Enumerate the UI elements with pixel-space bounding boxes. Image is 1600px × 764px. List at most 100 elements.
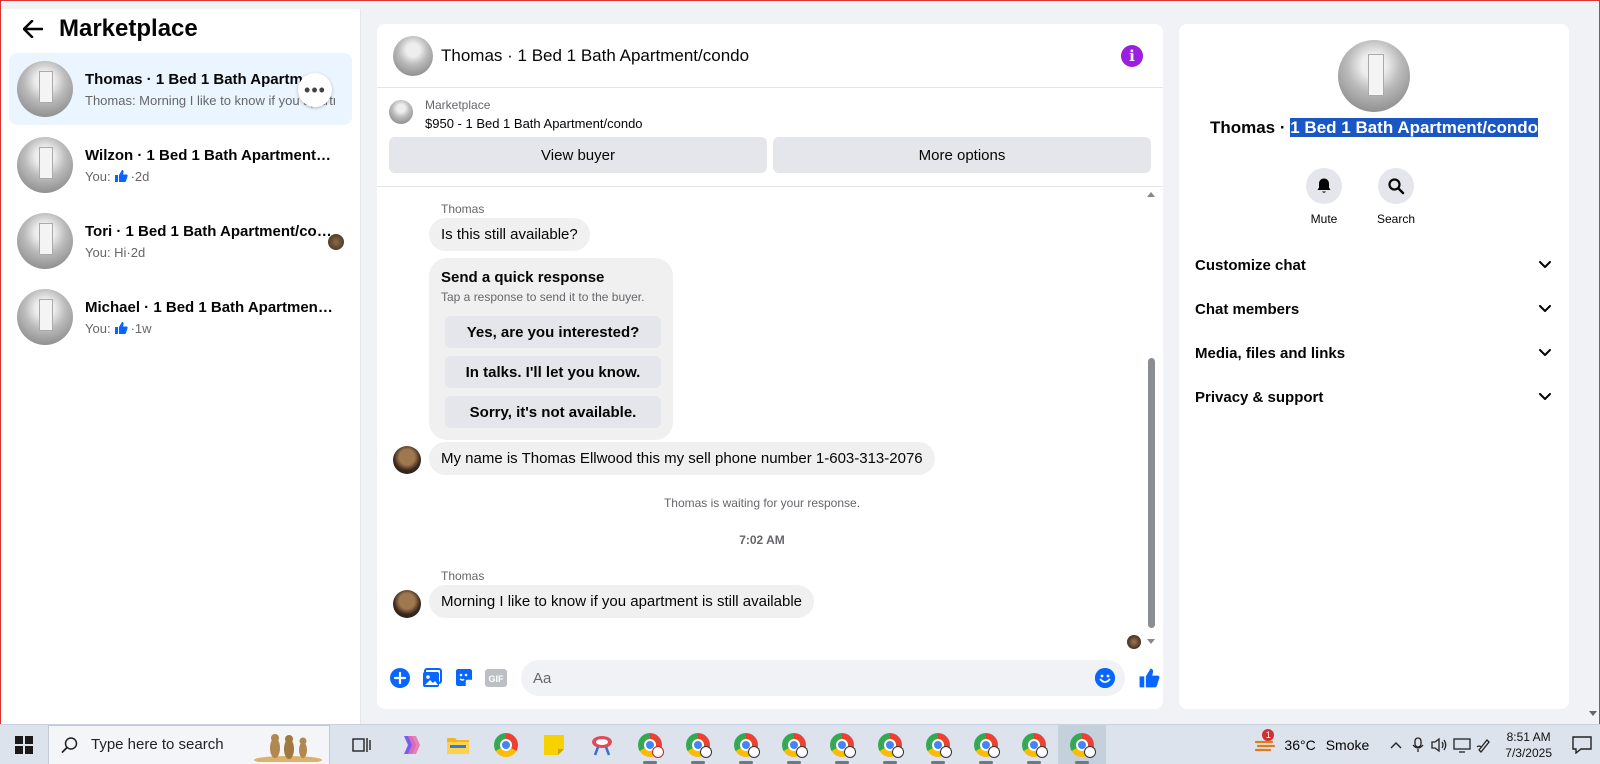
section-label: Privacy & support: [1195, 388, 1324, 406]
mute-label: Mute: [1310, 212, 1338, 226]
conversation-name: Wilzon · 1 Bed 1 Bath Apartment/condo: [85, 146, 335, 164]
chrome-profile-10-icon[interactable]: [1058, 724, 1106, 764]
chrome-profile-3-icon[interactable]: [722, 725, 770, 764]
network-icon[interactable]: [1452, 725, 1472, 764]
more-options-icon[interactable]: •••: [298, 73, 332, 107]
section-privacy-support[interactable]: Privacy & support: [1195, 375, 1553, 419]
chat-title[interactable]: Thomas · 1 Bed 1 Bath Apartment/condo: [441, 46, 749, 66]
message-input[interactable]: [533, 669, 1095, 687]
task-view-icon[interactable]: [338, 725, 386, 764]
start-button[interactable]: [0, 725, 48, 764]
conversation-item-thomas[interactable]: Thomas · 1 Bed 1 Bath Apartment/condo Th…: [9, 53, 352, 125]
conversation-name: Michael · 1 Bed 1 Bath Apartment/condo: [85, 298, 335, 316]
message-composer: GIF: [377, 648, 1163, 708]
system-tray: 1 36°C Smoke 8:51 AM 7/3/2025: [1254, 725, 1600, 764]
weather-temp: 36°C: [1284, 737, 1316, 753]
svg-text:GIF: GIF: [489, 674, 505, 684]
gif-icon[interactable]: GIF: [481, 663, 511, 693]
listing-avatar: [17, 61, 73, 117]
page-scroll-down-icon[interactable]: [1589, 711, 1597, 716]
meet-now-icon[interactable]: [1408, 725, 1428, 764]
back-arrow-icon[interactable]: [21, 17, 45, 41]
details-name-prefix: Thomas ·: [1209, 118, 1291, 137]
snipping-tool-icon[interactable]: [578, 725, 626, 764]
chrome-profile-8-icon[interactable]: [962, 725, 1010, 764]
mute-button[interactable]: Mute: [1305, 168, 1343, 226]
details-sections: Customize chat Chat members Media, files…: [1195, 243, 1553, 419]
read-receipt-avatar: [1127, 635, 1141, 649]
selected-text: 1 Bed 1 Bath Apartment/condo: [1290, 118, 1539, 137]
sticker-icon[interactable]: [449, 663, 479, 693]
preview-time: 1w: [134, 320, 152, 336]
details-avatar[interactable]: [1338, 40, 1410, 112]
scroll-up-icon[interactable]: [1147, 192, 1155, 197]
sticky-notes-icon[interactable]: [530, 725, 578, 764]
preview-text: You: Hi: [85, 244, 127, 260]
listing-thumbnail: [389, 100, 413, 124]
section-customize-chat[interactable]: Customize chat: [1195, 243, 1553, 287]
file-explorer-icon[interactable]: [434, 725, 482, 764]
conversation-name: Tori · 1 Bed 1 Bath Apartment/condo: [85, 222, 335, 240]
chat-avatar[interactable]: [393, 35, 433, 76]
scroll-thumb[interactable]: [1148, 358, 1155, 628]
quick-reply-yes-button[interactable]: Yes, are you interested?: [445, 316, 661, 348]
search-button[interactable]: Search: [1377, 168, 1415, 226]
plus-icon[interactable]: [385, 663, 415, 693]
chevron-down-icon: [1537, 257, 1553, 273]
section-label: Chat members: [1195, 300, 1300, 318]
view-buyer-button[interactable]: View buyer: [389, 137, 767, 173]
emoji-icon[interactable]: [1095, 668, 1115, 688]
preview-text: Thomas: Morning I like to know if you ap…: [85, 92, 335, 108]
section-media-files-links[interactable]: Media, files and links: [1195, 331, 1553, 375]
message-bubble: My name is Thomas Ellwood this my sell p…: [429, 442, 935, 475]
browser-page: Marketplace Thomas · 1 Bed 1 Bath Apartm…: [0, 0, 1600, 725]
thread-scrollbar[interactable]: [1147, 188, 1157, 648]
clock-date: 7/3/2025: [1505, 746, 1552, 760]
conversation-preview: You: · 2d: [85, 169, 335, 184]
quick-response-subtitle: Tap a response to send it to the buyer.: [441, 290, 645, 304]
more-options-button[interactable]: More options: [773, 137, 1151, 173]
taskbar-search[interactable]: Type here to search: [48, 724, 330, 764]
bell-icon: [1306, 168, 1342, 204]
listing-price-title[interactable]: $950 - 1 Bed 1 Bath Apartment/condo: [425, 116, 643, 131]
chrome-profile-7-icon[interactable]: [914, 725, 962, 764]
weather-widget[interactable]: 1 36°C Smoke: [1254, 729, 1369, 756]
message-input-box[interactable]: [521, 660, 1125, 696]
quick-response-card: Send a quick response Tap a response to …: [429, 258, 673, 440]
conversation-item-michael[interactable]: Michael · 1 Bed 1 Bath Apartment/condo Y…: [9, 281, 352, 353]
chrome-profile-4-icon[interactable]: [770, 725, 818, 764]
section-chat-members[interactable]: Chat members: [1195, 287, 1553, 331]
listing-label: Marketplace: [425, 98, 491, 112]
chrome-profile-1-icon[interactable]: [626, 725, 674, 764]
message-thread: Thomas Is this still available? Send a q…: [377, 188, 1163, 649]
volume-icon[interactable]: [1430, 725, 1450, 764]
system-clock[interactable]: 8:51 AM 7/3/2025: [1505, 729, 1552, 761]
chrome-profile-9-icon[interactable]: [1010, 725, 1058, 764]
thumbs-up-icon: [114, 321, 128, 335]
scroll-down-icon[interactable]: [1147, 639, 1155, 644]
photo-icon[interactable]: [417, 663, 447, 693]
quick-reply-sorry-button[interactable]: Sorry, it's not available.: [445, 396, 661, 428]
info-icon[interactable]: i: [1121, 45, 1143, 67]
quick-reply-talks-button[interactable]: In talks. I'll let you know.: [445, 356, 661, 388]
notification-icon[interactable]: [1564, 725, 1600, 764]
pen-icon[interactable]: [1474, 725, 1494, 764]
windows-logo-icon: [15, 735, 33, 754]
chevron-up-icon[interactable]: [1386, 725, 1406, 764]
sender-avatar[interactable]: [393, 590, 421, 618]
listing-avatar: [17, 137, 73, 193]
preview-prefix: You:: [85, 320, 111, 336]
sender-avatar[interactable]: [393, 446, 421, 474]
conversation-item-tori[interactable]: Tori · 1 Bed 1 Bath Apartment/condo You:…: [9, 205, 352, 277]
conversation-item-wilzon[interactable]: Wilzon · 1 Bed 1 Bath Apartment/condo Yo…: [9, 129, 352, 201]
chrome-profile-6-icon[interactable]: [866, 725, 914, 764]
thumbs-up-icon[interactable]: [1135, 664, 1163, 692]
listing-avatar: [17, 213, 73, 269]
thumbs-up-icon: [114, 169, 128, 183]
chrome-icon[interactable]: [482, 725, 530, 764]
message-timestamp: 7:02 AM: [739, 533, 785, 547]
chrome-profile-2-icon[interactable]: [674, 725, 722, 764]
copilot-icon[interactable]: [386, 725, 434, 764]
chrome-profile-5-icon[interactable]: [818, 725, 866, 764]
chat-details-panel: Thomas · 1 Bed 1 Bath Apartment/condo Mu…: [1179, 24, 1569, 709]
